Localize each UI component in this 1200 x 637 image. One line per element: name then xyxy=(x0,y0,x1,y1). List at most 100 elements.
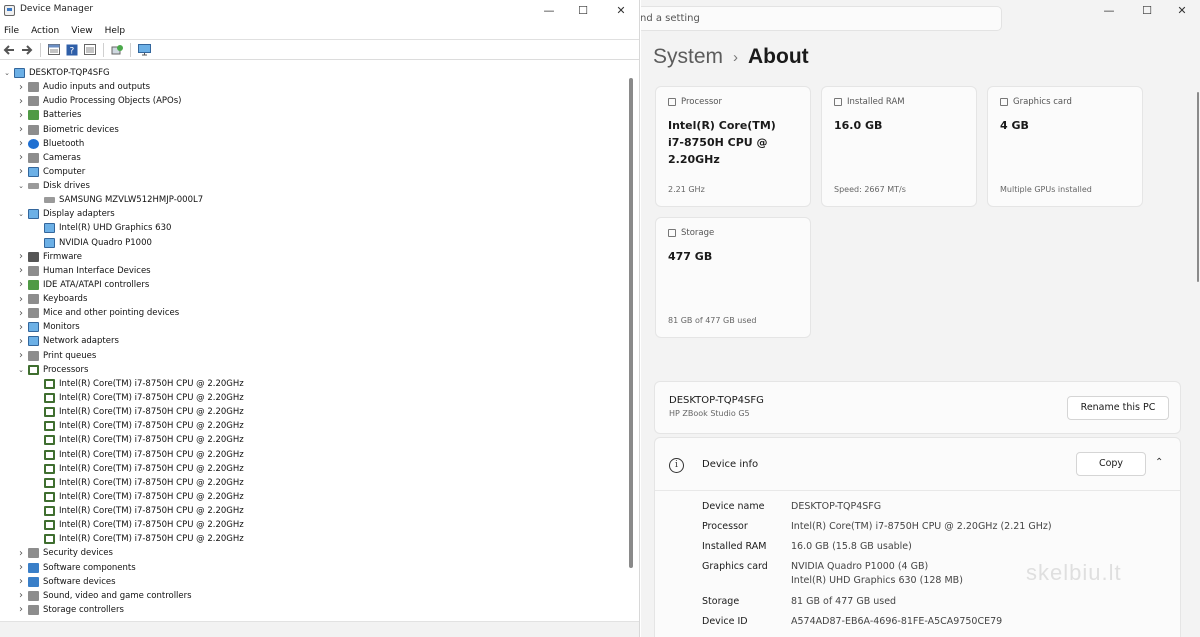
tree-device[interactable]: SAMSUNG MZVLW512HMJP-000L7 xyxy=(42,193,203,207)
settings-maximize-button[interactable]: ☐ xyxy=(1129,2,1165,20)
chevron-right-icon[interactable]: › xyxy=(16,604,26,615)
view-icon[interactable] xyxy=(83,43,97,57)
tree-device[interactable]: Intel(R) Core(TM) i7-8750H CPU @ 2.20GHz xyxy=(42,448,244,462)
chevron-right-icon[interactable]: › xyxy=(16,562,26,573)
tree-device[interactable]: Intel(R) Core(TM) i7-8750H CPU @ 2.20GHz xyxy=(42,462,244,476)
tree-device[interactable]: Intel(R) Core(TM) i7-8750H CPU @ 2.20GHz xyxy=(42,518,244,532)
tree-device[interactable]: Intel(R) UHD Graphics 630 xyxy=(42,221,171,235)
chevron-right-icon[interactable]: › xyxy=(16,336,26,347)
tree-category[interactable]: › Human Interface Devices xyxy=(16,264,151,278)
tree-category[interactable]: › Audio inputs and outputs xyxy=(16,80,150,94)
chevron-right-icon[interactable]: › xyxy=(16,138,26,149)
tree-device[interactable]: Intel(R) Core(TM) i7-8750H CPU @ 2.20GHz xyxy=(42,391,244,405)
settings-close-button[interactable]: ✕ xyxy=(1164,2,1200,20)
chevron-down-icon[interactable]: ⌄ xyxy=(16,366,26,374)
chevron-right-icon[interactable]: › xyxy=(16,82,26,93)
close-button[interactable]: ✕ xyxy=(606,2,636,20)
chevron-up-icon[interactable]: ⌃ xyxy=(1155,457,1163,468)
chevron-right-icon[interactable]: › xyxy=(16,166,26,177)
tree-item-label: Bluetooth xyxy=(43,138,85,149)
tree-category[interactable]: › Storage controllers xyxy=(16,603,124,617)
tree-vertical-scrollbar[interactable] xyxy=(628,64,634,620)
scrollbar-thumb[interactable] xyxy=(629,78,633,568)
tree-category[interactable]: › Software components xyxy=(16,561,136,575)
tree-category[interactable]: › Mice and other pointing devices xyxy=(16,306,179,320)
chevron-right-icon[interactable]: › xyxy=(16,294,26,305)
tree-device[interactable]: Intel(R) Core(TM) i7-8750H CPU @ 2.20GHz xyxy=(42,405,244,419)
tree-category[interactable]: › Software devices xyxy=(16,575,116,589)
tree-category[interactable]: ⌄ Disk drives xyxy=(16,179,90,193)
properties-icon[interactable] xyxy=(47,43,61,57)
tree-category[interactable]: › Cameras xyxy=(16,151,81,165)
chevron-right-icon[interactable]: › xyxy=(16,322,26,333)
tree-category[interactable]: › Computer xyxy=(16,165,85,179)
chevron-right-icon[interactable]: › xyxy=(16,251,26,262)
forward-icon[interactable] xyxy=(20,43,34,57)
tree-category[interactable]: › Audio Processing Objects (APOs) xyxy=(16,94,181,108)
menu-view[interactable]: View xyxy=(71,26,92,36)
tree-category[interactable]: › Security devices xyxy=(16,546,113,560)
chevron-down-icon[interactable]: ⌄ xyxy=(16,210,26,218)
gray-device-icon xyxy=(28,548,39,559)
back-icon[interactable] xyxy=(2,43,16,57)
chevron-right-icon[interactable]: › xyxy=(16,350,26,361)
tree-category[interactable]: ⌄ Processors xyxy=(16,363,88,377)
tree-device[interactable]: Intel(R) Core(TM) i7-8750H CPU @ 2.20GHz xyxy=(42,476,244,490)
tree-item-label: Intel(R) Core(TM) i7-8750H CPU @ 2.20GHz xyxy=(59,435,244,446)
chevron-down-icon[interactable]: ⌄ xyxy=(16,182,26,190)
chevron-right-icon[interactable]: › xyxy=(16,124,26,135)
tree-device[interactable]: NVIDIA Quadro P1000 xyxy=(42,236,152,250)
dark-device-icon xyxy=(28,251,39,262)
minimize-button[interactable]: — xyxy=(534,2,564,20)
chevron-right-icon[interactable]: › xyxy=(16,265,26,276)
card-label: Installed RAM xyxy=(847,97,905,107)
chevron-right-icon[interactable]: › xyxy=(16,590,26,601)
tree-category[interactable]: › Firmware xyxy=(16,250,82,264)
chevron-right-icon[interactable]: › xyxy=(16,308,26,319)
scan-icon[interactable] xyxy=(110,43,124,57)
tree-category[interactable]: › Batteries xyxy=(16,108,81,122)
menu-file[interactable]: File xyxy=(4,26,19,36)
tree-category[interactable]: › IDE ATA/ATAPI controllers xyxy=(16,278,149,292)
settings-minimize-button[interactable]: — xyxy=(1091,2,1127,20)
chevron-right-icon[interactable]: › xyxy=(16,96,26,107)
menu-help[interactable]: Help xyxy=(105,26,126,36)
tree-category[interactable]: › Monitors xyxy=(16,320,80,334)
tree-device[interactable]: Intel(R) Core(TM) i7-8750H CPU @ 2.20GHz xyxy=(42,419,244,433)
rename-pc-button[interactable]: Rename this PC xyxy=(1067,396,1169,420)
tree-device[interactable]: Intel(R) Core(TM) i7-8750H CPU @ 2.20GHz xyxy=(42,433,244,447)
search-settings-input[interactable]: nd a setting xyxy=(641,6,1002,31)
tree-device[interactable]: Intel(R) Core(TM) i7-8750H CPU @ 2.20GHz xyxy=(42,377,244,391)
tree-item-label: Audio inputs and outputs xyxy=(43,82,151,93)
monitor-icon[interactable] xyxy=(137,43,151,57)
chevron-right-icon[interactable]: › xyxy=(16,152,26,163)
tree-category[interactable]: › Print queues xyxy=(16,349,96,363)
settings-scrollbar[interactable] xyxy=(1197,92,1199,282)
tree-device[interactable]: Intel(R) Core(TM) i7-8750H CPU @ 2.20GHz xyxy=(42,532,244,546)
tree-root[interactable]: ⌄ DESKTOP-TQP4SFG xyxy=(2,66,110,80)
tree-category[interactable]: › Biometric devices xyxy=(16,123,119,137)
breadcrumb-system[interactable]: System xyxy=(653,45,723,69)
tree-category[interactable]: ⌄ Display adapters xyxy=(16,207,115,221)
tree-device[interactable]: Intel(R) Core(TM) i7-8750H CPU @ 2.20GHz xyxy=(42,504,244,518)
installed-ram-card: Installed RAM 16.0 GB Speed: 2667 MT/s xyxy=(821,86,977,207)
chevron-right-icon[interactable]: › xyxy=(16,110,26,121)
tree-horizontal-scrollbar[interactable] xyxy=(0,621,639,637)
chevron-down-icon[interactable]: ⌄ xyxy=(2,69,12,77)
tree-category[interactable]: › Keyboards xyxy=(16,292,87,306)
copy-button[interactable]: Copy xyxy=(1076,452,1146,476)
gray-device-icon xyxy=(28,124,39,135)
menu-action[interactable]: Action xyxy=(31,26,59,36)
help-icon[interactable]: ? xyxy=(65,43,79,57)
chevron-right-icon[interactable]: › xyxy=(16,279,26,290)
cpu-device-icon xyxy=(44,378,55,389)
tree-category[interactable]: › Sound, video and game controllers xyxy=(16,589,192,603)
tree-category[interactable]: › Network adapters xyxy=(16,334,119,348)
device-info-header[interactable]: i Device info Copy ⌃ xyxy=(655,438,1180,491)
chevron-right-icon[interactable]: › xyxy=(16,576,26,587)
tree-device[interactable]: Intel(R) Core(TM) i7-8750H CPU @ 2.20GHz xyxy=(42,490,244,504)
chevron-right-icon[interactable]: › xyxy=(16,548,26,559)
maximize-button[interactable]: ☐ xyxy=(568,2,598,20)
bt-device-icon xyxy=(28,138,39,149)
tree-category[interactable]: › Bluetooth xyxy=(16,137,84,151)
